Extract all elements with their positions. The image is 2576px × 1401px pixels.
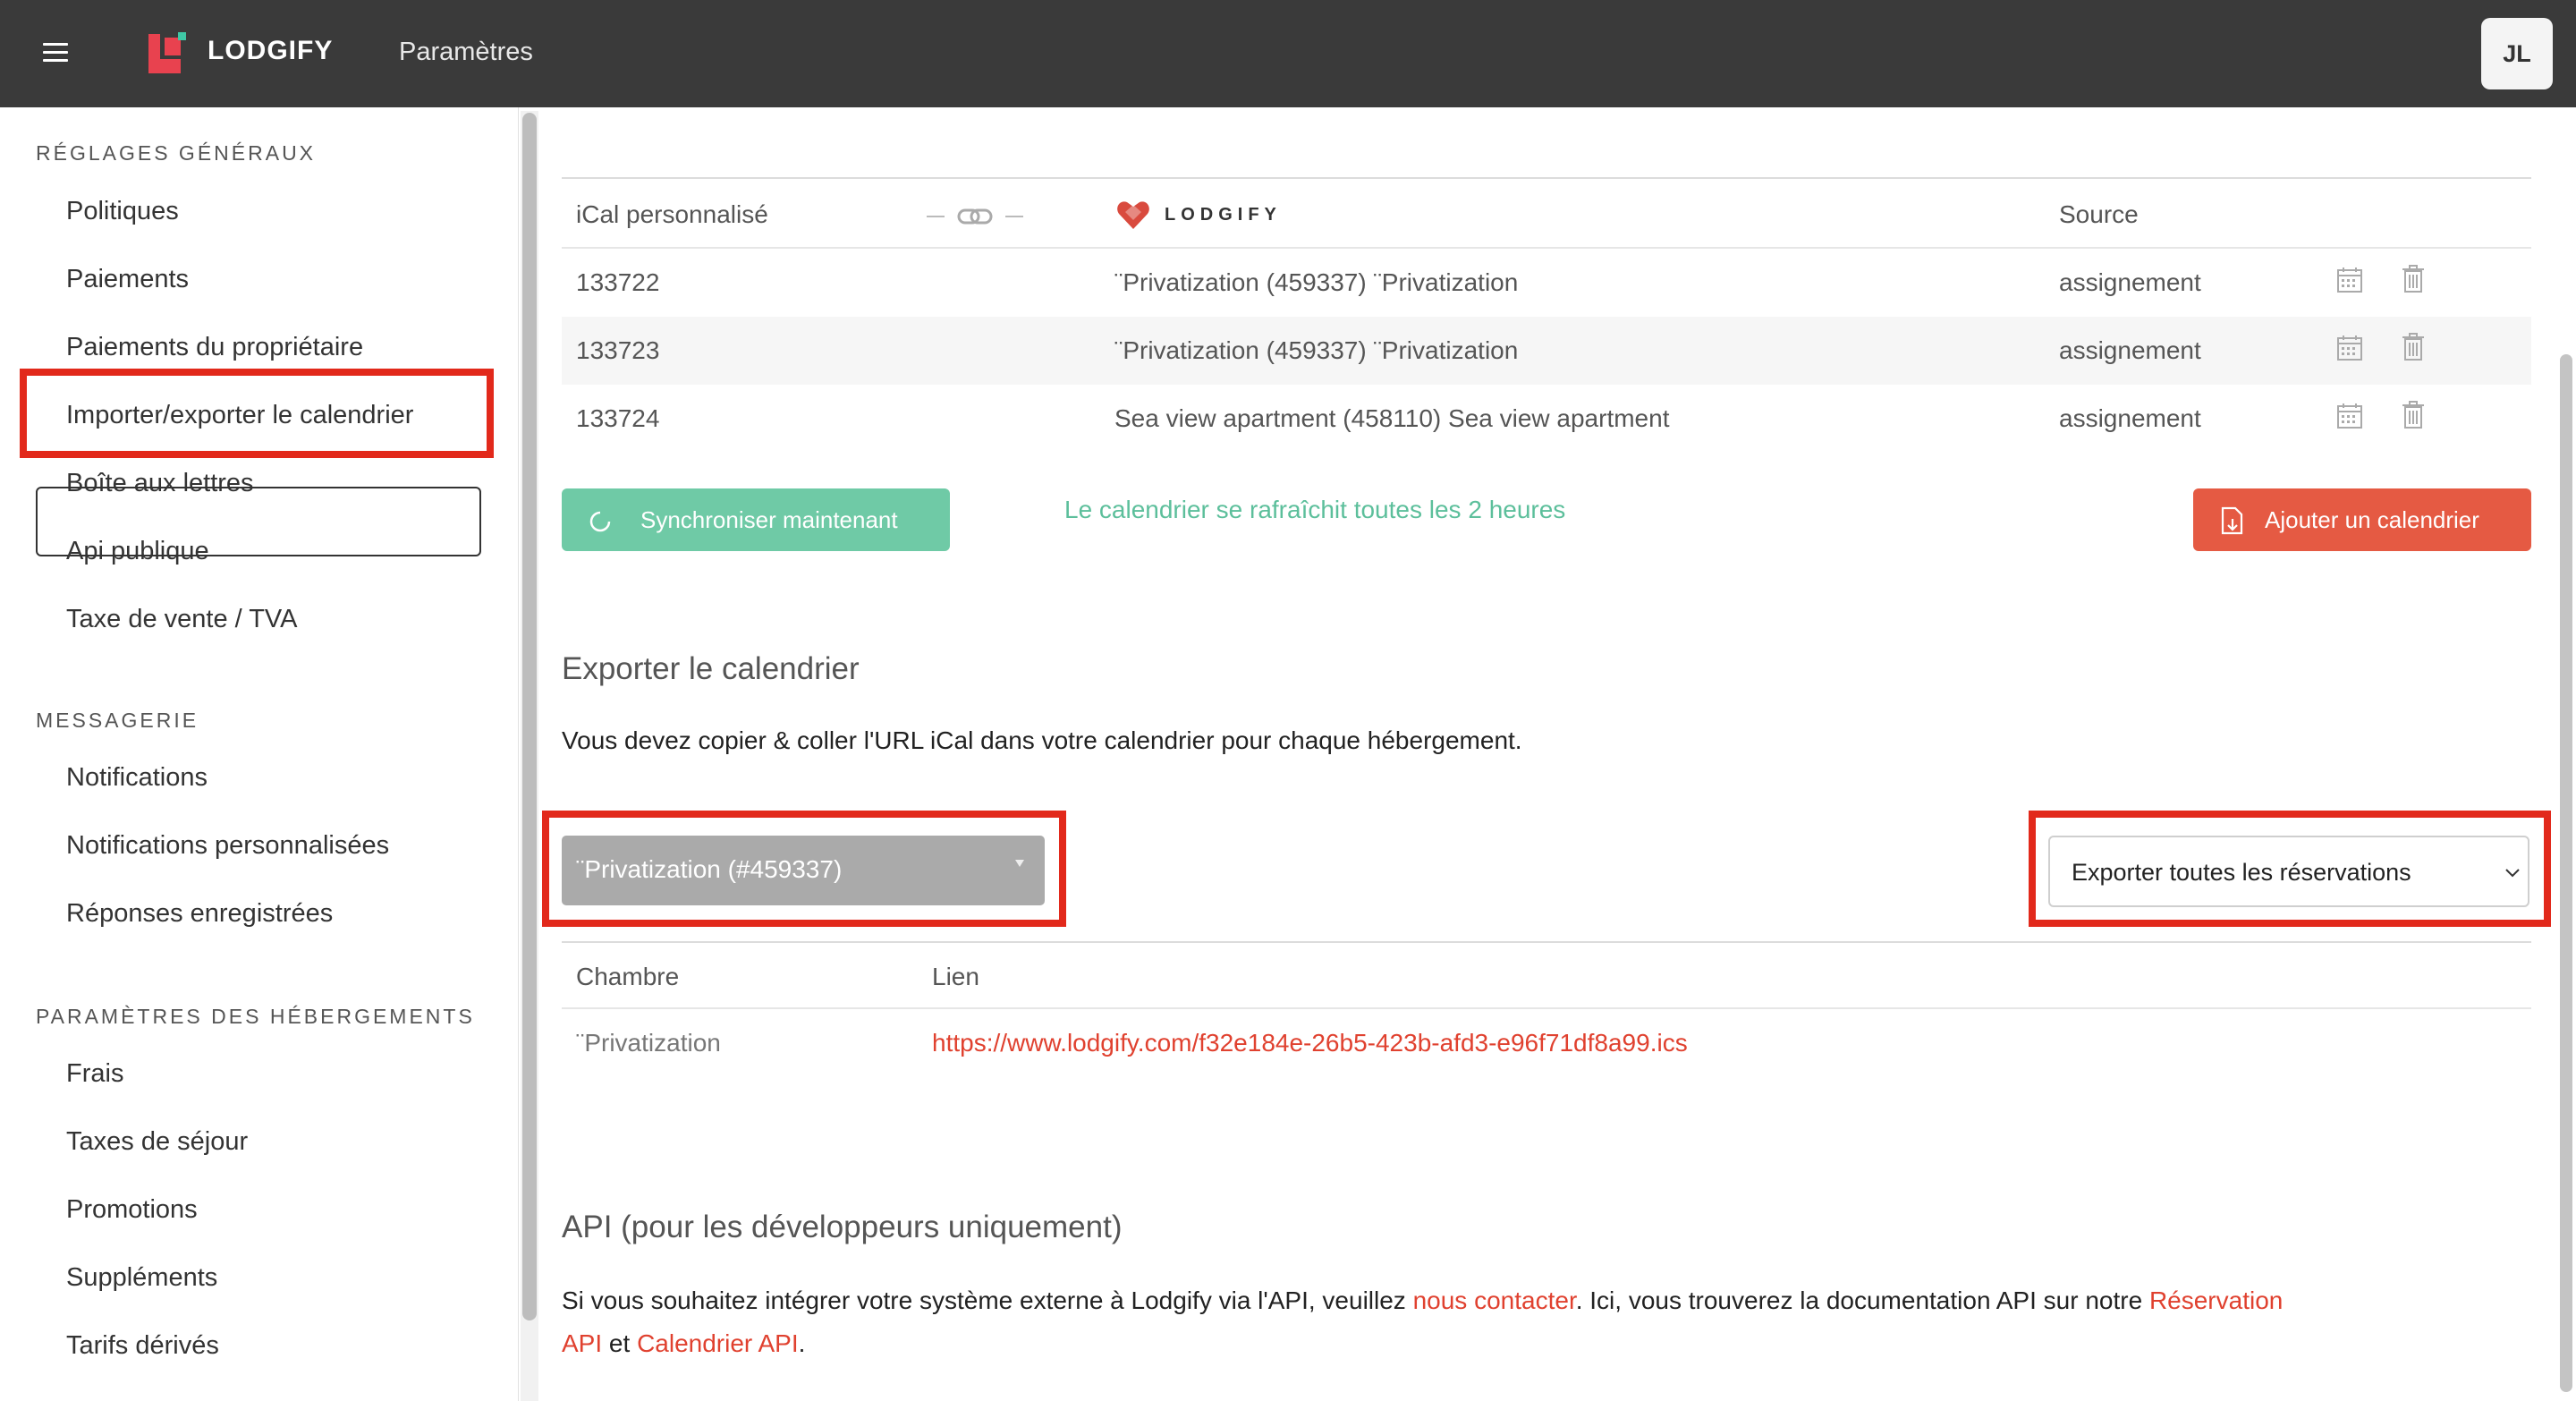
export-row-room: ¨Privatization — [576, 1029, 721, 1057]
api-paragraph-line-1: Si vous souhaitez intégrer votre système… — [562, 1286, 2283, 1315]
export-section-title: Exporter le calendrier — [562, 651, 860, 686]
column-header-room: Chambre — [576, 963, 680, 990]
add-calendar-label: Ajouter un calendrier — [2265, 506, 2479, 533]
contact-link[interactable]: nous contacter — [1413, 1286, 1576, 1314]
highlight-box-sidebar — [20, 369, 494, 458]
calendar-icon[interactable] — [2336, 403, 2363, 429]
calendar-api-link[interactable]: Calendrier API — [637, 1329, 799, 1357]
sidebar-scrollbar[interactable] — [522, 113, 537, 1320]
divider — [562, 177, 2531, 179]
table-row-property: ¨Privatization (459337) ¨Privatization — [1114, 268, 1519, 296]
table-row — [562, 317, 2531, 385]
trash-icon[interactable] — [2401, 401, 2426, 429]
divider — [562, 247, 2531, 249]
add-file-icon — [2221, 506, 2243, 535]
sidebar: RÉGLAGES GÉNÉRAUX Politiques Paiements P… — [0, 107, 519, 1401]
table-row-id: 133723 — [576, 336, 660, 364]
avatar[interactable]: JL — [2481, 18, 2553, 89]
column-header-ical: iCal personnalisé — [576, 200, 768, 228]
sidebar-heading-hebergements: PARAMÈTRES DES HÉBERGEMENTS — [36, 1005, 475, 1028]
api-paragraph-line-2: API et Calendrier API. — [562, 1329, 805, 1358]
table-row-source: assignement — [2059, 336, 2201, 364]
column-header-source: Source — [2059, 200, 2139, 228]
sidebar-item-notifications-personnalisees[interactable]: Notifications personnalisées — [66, 831, 389, 861]
column-header-link: Lien — [932, 963, 979, 990]
sidebar-item-boite-aux-lettres[interactable]: Boîte aux lettres — [66, 469, 254, 498]
trash-icon[interactable] — [2401, 265, 2426, 293]
highlight-box-export-select — [2029, 811, 2551, 927]
sidebar-item-supplements[interactable]: Suppléments — [66, 1263, 217, 1293]
reservation-api-link[interactable]: Réservation — [2149, 1286, 2283, 1314]
sidebar-item-reponses-enregistrees[interactable]: Réponses enregistrées — [66, 899, 333, 929]
sidebar-item-tarifs-derives[interactable]: Tarifs dérivés — [66, 1331, 219, 1361]
add-calendar-button[interactable]: Ajouter un calendrier — [2193, 488, 2531, 551]
table-row-id: 133722 — [576, 268, 660, 296]
sidebar-item-paiements-proprietaire[interactable]: Paiements du propriétaire — [66, 333, 363, 362]
sidebar-item-taxes-sejour[interactable]: Taxes de séjour — [66, 1127, 248, 1157]
api-text: et — [602, 1329, 638, 1357]
api-section-title: API (pour les développeurs uniquement) — [562, 1210, 1123, 1244]
export-description: Vous devez copier & coller l'URL iCal da… — [562, 726, 1522, 754]
table-row-property: Sea view apartment (458110) Sea view apa… — [1114, 404, 1670, 432]
sidebar-item-politiques[interactable]: Politiques — [66, 197, 179, 226]
sidebar-item-frais[interactable]: Frais — [66, 1059, 123, 1089]
sync-now-button[interactable]: Synchroniser maintenant — [562, 488, 950, 551]
divider — [562, 941, 2531, 943]
calendar-icon[interactable] — [2336, 267, 2363, 293]
sync-now-label: Synchroniser maintenant — [640, 506, 898, 533]
table-row-id: 133724 — [576, 404, 660, 432]
calendar-icon[interactable] — [2336, 335, 2363, 361]
main-scrollbar[interactable] — [2560, 354, 2572, 1392]
lodgify-heart-icon — [1117, 201, 1149, 229]
app-name: LODGIFY — [208, 36, 334, 65]
sidebar-item-taxe-vente[interactable]: Taxe de vente / TVA — [66, 605, 297, 634]
trash-icon[interactable] — [2401, 333, 2426, 361]
reservation-api-link-cont[interactable]: API — [562, 1329, 602, 1357]
link-icon — [927, 208, 1023, 225]
lodgify-logo-icon — [148, 32, 186, 73]
sidebar-heading-general: RÉGLAGES GÉNÉRAUX — [36, 141, 317, 165]
sidebar-heading-messagerie: MESSAGERIE — [36, 709, 199, 732]
sidebar-item-notifications[interactable]: Notifications — [66, 763, 208, 793]
highlight-box-room-select — [542, 811, 1066, 927]
table-row-property: ¨Privatization (459337) ¨Privatization — [1114, 336, 1519, 364]
lodgify-column-logo: LODGIFY — [1165, 205, 1282, 225]
sidebar-item-api-publique[interactable]: Api publique — [66, 537, 209, 566]
divider — [562, 1007, 2531, 1009]
api-text: . Ici, vous trouverez la documentation A… — [1575, 1286, 2149, 1314]
api-text: Si vous souhaitez intégrer votre système… — [562, 1286, 1413, 1314]
top-bar: LODGIFY Paramètres JL — [0, 0, 2576, 107]
refresh-note: Le calendrier se rafraîchit toutes les 2… — [1064, 496, 1566, 523]
sidebar-item-promotions[interactable]: Promotions — [66, 1195, 198, 1225]
table-row-source: assignement — [2059, 404, 2201, 432]
refresh-icon — [589, 511, 611, 532]
menu-icon[interactable] — [43, 43, 70, 63]
ical-url-link[interactable]: https://www.lodgify.com/f32e184e-26b5-42… — [932, 1029, 1688, 1057]
table-row-source: assignement — [2059, 268, 2201, 296]
api-text: . — [798, 1329, 806, 1357]
sidebar-item-paiements[interactable]: Paiements — [66, 265, 189, 294]
page-title: Paramètres — [399, 38, 533, 66]
